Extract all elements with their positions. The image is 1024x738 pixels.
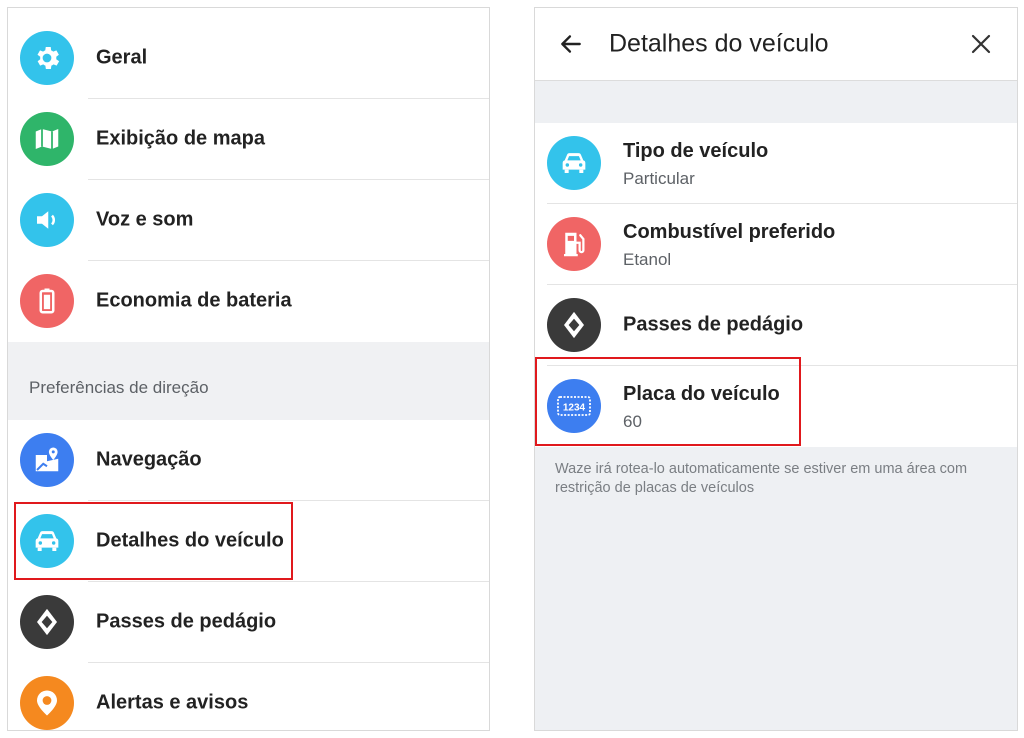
- settings-item-label: Economia de bateria: [96, 289, 292, 312]
- settings-panel: Geral Exibição de mapa Voz e som Economi…: [7, 7, 490, 731]
- license-plate-icon: 1234: [547, 379, 601, 433]
- speaker-icon: [20, 193, 74, 247]
- settings-item-label: Voz e som: [96, 208, 194, 231]
- vehicle-details-panel: Detalhes do veículo Tipo de veículo Part…: [534, 7, 1018, 731]
- back-arrow-icon: [561, 35, 581, 53]
- settings-item-detalhes-do-veiculo[interactable]: Detalhes do veículo: [8, 501, 489, 582]
- settings-item-label: Geral: [96, 46, 148, 69]
- section-title: Preferências de direção: [29, 378, 209, 397]
- toll-passes-item[interactable]: Passes de pedágio: [535, 285, 1017, 366]
- license-plate-text: 1234: [563, 403, 586, 414]
- settings-item-label: Navegação: [96, 448, 202, 471]
- back-button[interactable]: [555, 28, 587, 60]
- car-icon: [547, 136, 601, 190]
- page-title: Detalhes do veículo: [609, 29, 829, 58]
- license-plate-item[interactable]: 1234 Placa do veículo 60: [535, 366, 1017, 447]
- top-bar: Detalhes do veículo: [535, 8, 1017, 81]
- vehicle-type-value: Particular: [623, 169, 695, 188]
- settings-item-economia-de-bateria[interactable]: Economia de bateria: [8, 261, 489, 342]
- navigation-map-icon: [20, 433, 74, 487]
- settings-item-label: Alertas e avisos: [96, 691, 249, 714]
- fuel-pump-icon: [547, 217, 601, 271]
- settings-item-label: Passes de pedágio: [96, 610, 277, 633]
- preferred-fuel-value: Etanol: [623, 250, 672, 269]
- license-plate-label: Placa do veículo: [623, 383, 780, 405]
- settings-item-geral[interactable]: Geral: [8, 18, 489, 99]
- close-button[interactable]: [965, 28, 997, 60]
- settings-item-label: Detalhes do veículo: [96, 529, 284, 552]
- settings-item-exibicao-de-mapa[interactable]: Exibição de mapa: [8, 99, 489, 180]
- close-icon: [971, 34, 991, 54]
- toll-diamond-icon: [20, 595, 74, 649]
- toll-passes-label: Passes de pedágio: [623, 313, 804, 336]
- settings-item-navegacao[interactable]: Navegação: [8, 420, 489, 501]
- settings-item-alertas-e-avisos[interactable]: Alertas e avisos: [8, 663, 489, 730]
- settings-item-passes-de-pedagio[interactable]: Passes de pedágio: [8, 582, 489, 663]
- license-plate-value: 60: [623, 412, 642, 431]
- car-icon: [20, 514, 74, 568]
- preferred-fuel-item[interactable]: Combustível preferido Etanol: [535, 204, 1017, 285]
- battery-icon: [20, 274, 74, 328]
- license-plate-footnote: Waze irá rotea-lo automaticamente se est…: [555, 461, 968, 496]
- section-header: Preferências de direção: [8, 342, 489, 420]
- vehicle-type-item[interactable]: Tipo de veículo Particular: [535, 123, 1017, 204]
- gear-icon: [20, 31, 74, 85]
- preferred-fuel-label: Combustível preferido: [623, 221, 836, 243]
- vehicle-type-label: Tipo de veículo: [623, 140, 769, 162]
- settings-item-label: Exibição de mapa: [96, 127, 265, 150]
- toll-diamond-icon: [547, 298, 601, 352]
- alert-pin-icon: [20, 676, 74, 730]
- settings-item-voz-e-som[interactable]: Voz e som: [8, 180, 489, 261]
- map-icon: [20, 112, 74, 166]
